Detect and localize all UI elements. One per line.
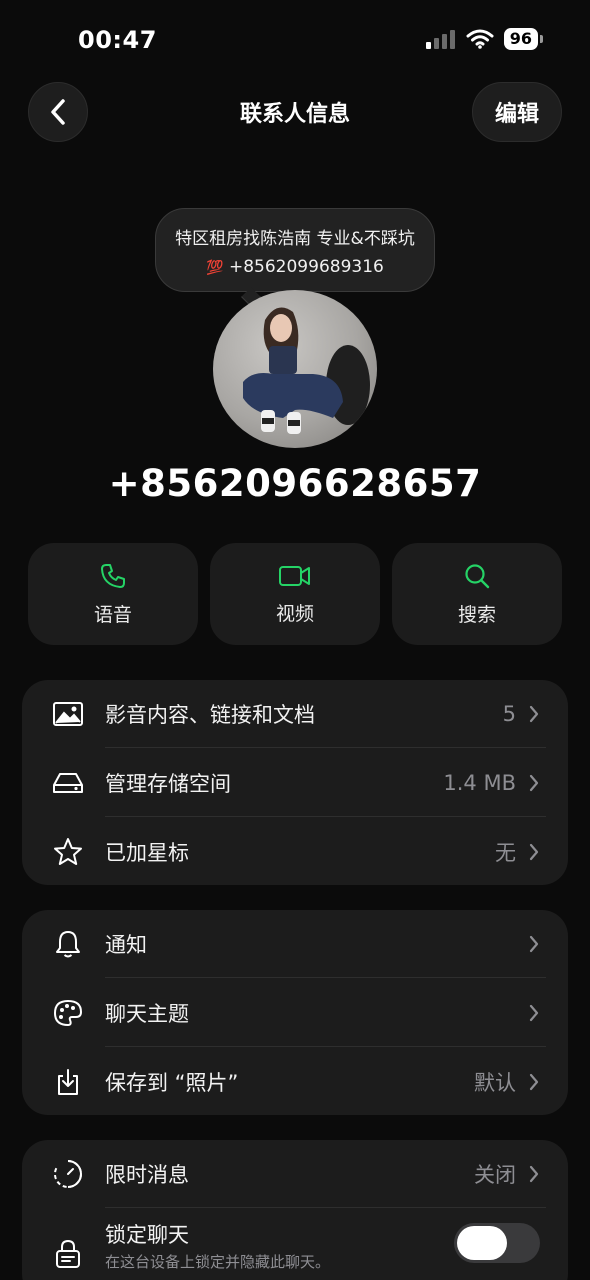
media-storage-group: 影音内容、链接和文档 5 管理存储空间 1.4 MB 已加星标 无 <box>22 680 568 885</box>
storage-icon <box>52 767 84 799</box>
chevron-right-icon <box>529 1073 539 1091</box>
chevron-right-icon <box>529 1004 539 1022</box>
save-icon <box>52 1066 84 1098</box>
voice-call-label: 语音 <box>93 603 132 626</box>
wifi-icon <box>466 29 494 49</box>
chevron-right-icon <box>529 774 539 792</box>
star-icon <box>52 836 84 868</box>
image-icon <box>52 698 84 730</box>
video-call-label: 视频 <box>275 602 314 625</box>
lock-chat-description: 在这台设备上锁定并隐藏此聊天。 <box>105 1253 331 1271</box>
chevron-right-icon <box>529 1165 539 1183</box>
search-label: 搜索 <box>457 603 496 626</box>
lock-chat-icon <box>52 1239 84 1271</box>
save-to-photos-value: 默认 <box>474 1071 516 1095</box>
divider <box>105 747 546 748</box>
disappearing-messages-label: 限时消息 <box>105 1163 189 1187</box>
disappearing-messages-row[interactable]: 限时消息 关闭 <box>22 1140 568 1208</box>
phone-icon <box>101 563 125 588</box>
search-icon <box>465 563 490 588</box>
status-icons: 96 <box>425 28 544 50</box>
lock-chat-toggle[interactable] <box>454 1223 540 1263</box>
save-to-photos-row[interactable]: 保存到 “照片” 默认 <box>22 1048 568 1116</box>
divider <box>105 1046 546 1047</box>
divider <box>105 977 546 978</box>
notifications-theme-group: 通知 聊天主题 保存到 “照片” 默认 <box>22 910 568 1115</box>
status-time: 00:47 <box>78 26 157 54</box>
bio-bubble: 特区租房找陈浩南 专业&不踩坑 💯 +8562099689316 <box>155 208 435 292</box>
hundred-points-emoji: 💯 <box>206 260 224 276</box>
voice-call-button[interactable]: 语音 <box>28 543 198 645</box>
notifications-row[interactable]: 通知 <box>22 910 568 978</box>
divider <box>105 1207 546 1208</box>
contact-phone-number: +8562096628657 <box>108 462 482 505</box>
media-links-docs-row[interactable]: 影音内容、链接和文档 5 <box>22 680 568 748</box>
lock-chat-label: 锁定聊天 <box>105 1223 189 1247</box>
bio-line-2: 💯 +8562099689316 <box>156 253 434 282</box>
edit-button[interactable]: 编辑 <box>472 82 562 142</box>
privacy-group: 限时消息 关闭 锁定聊天 在这台设备上锁定并隐藏此聊天。 <box>22 1140 568 1280</box>
manage-storage-row[interactable]: 管理存储空间 1.4 MB <box>22 749 568 817</box>
media-links-docs-label: 影音内容、链接和文档 <box>105 703 315 727</box>
divider <box>105 816 546 817</box>
bio-phone: +8562099689316 <box>228 257 384 277</box>
starred-label: 已加星标 <box>105 841 189 865</box>
chat-theme-label: 聊天主题 <box>105 1002 189 1026</box>
bio-line-1: 特区租房找陈浩南 专业&不踩坑 <box>175 229 415 249</box>
toggle-knob <box>457 1226 507 1260</box>
video-icon <box>279 565 310 586</box>
video-call-button[interactable]: 视频 <box>210 543 380 645</box>
manage-storage-label: 管理存储空间 <box>105 772 231 796</box>
starred-value: 无 <box>495 841 516 865</box>
notifications-label: 通知 <box>105 933 147 957</box>
starred-row[interactable]: 已加星标 无 <box>22 818 568 886</box>
media-count: 5 <box>502 702 516 726</box>
timer-icon <box>52 1158 84 1190</box>
storage-size: 1.4 MB <box>443 771 516 795</box>
bell-icon <box>52 928 84 960</box>
battery-indicator: 96 <box>503 28 544 50</box>
palette-icon <box>52 997 84 1029</box>
save-to-photos-label: 保存到 “照片” <box>105 1071 239 1095</box>
chevron-right-icon <box>529 843 539 861</box>
avatar-image <box>243 307 370 434</box>
search-button[interactable]: 搜索 <box>392 543 562 645</box>
avatar[interactable] <box>213 290 377 448</box>
disappearing-messages-value: 关闭 <box>474 1163 516 1187</box>
signal-icon <box>425 30 455 49</box>
lock-chat-row[interactable]: 锁定聊天 在这台设备上锁定并隐藏此聊天。 <box>22 1209 568 1280</box>
chevron-right-icon <box>529 935 539 953</box>
chat-theme-row[interactable]: 聊天主题 <box>22 979 568 1047</box>
chevron-right-icon <box>529 705 539 723</box>
